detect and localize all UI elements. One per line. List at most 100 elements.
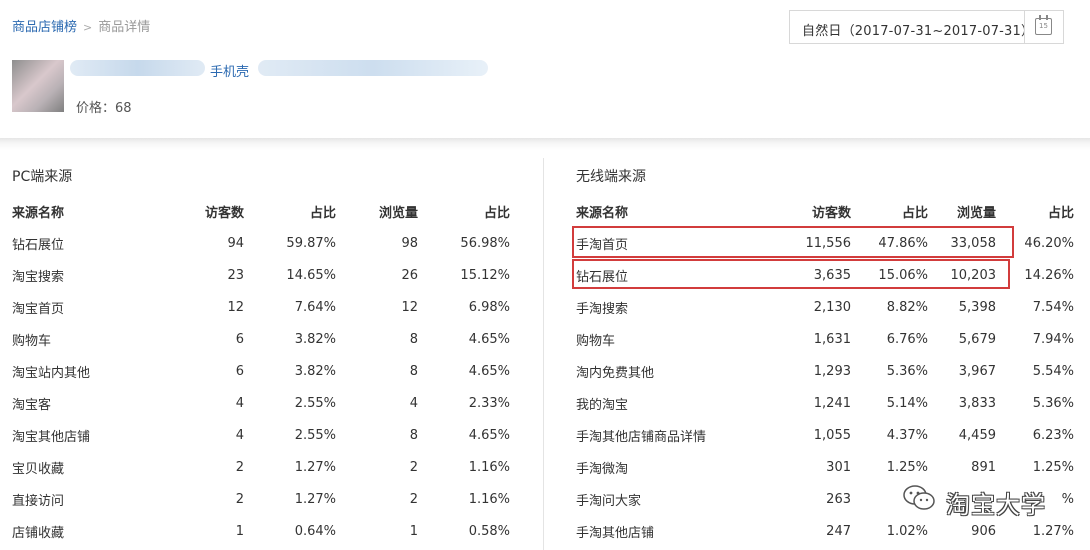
value-cell: 891	[971, 459, 996, 475]
source-name-cell: 购物车	[12, 333, 52, 349]
value-cell: 2,130	[813, 299, 851, 315]
product-thumbnail[interactable]	[12, 60, 64, 112]
value-cell: 56.98%	[460, 235, 510, 251]
section-divider	[0, 138, 1090, 150]
source-name-cell: 手淘其他店铺商品详情	[576, 429, 707, 445]
value-cell: 5.36%	[1032, 395, 1074, 411]
blurred-product-title	[70, 60, 205, 76]
value-cell: 3,967	[958, 363, 996, 379]
table-row: 店铺收藏 1 0.64% 1 0.58%	[12, 515, 510, 547]
column-header: 占比	[901, 205, 928, 221]
source-name-cell: 直接访问	[12, 493, 65, 509]
table-row: 我的淘宝 1,241 5.14% 3,833 5.36%	[576, 387, 1074, 419]
value-cell: 263	[826, 491, 851, 507]
value-cell: 5.14%	[886, 395, 928, 411]
value-cell: 14.65%	[286, 267, 336, 283]
column-header: 占比	[1047, 205, 1074, 221]
product-title-link[interactable]: 手机壳	[210, 61, 249, 80]
date-range-picker[interactable]: 自然日（2017-07-31~2017-07-31） 15	[789, 10, 1064, 44]
calendar-button[interactable]: 15	[1024, 11, 1063, 43]
value-cell: 98	[401, 235, 418, 251]
source-name-cell: 宝贝收藏	[12, 461, 65, 477]
value-cell: 4	[235, 395, 244, 411]
value-cell: 1.27%	[294, 491, 336, 507]
value-cell: 8	[409, 331, 418, 347]
source-name-cell: 淘宝其他店铺	[12, 429, 91, 445]
value-cell: 2.55%	[294, 427, 336, 443]
value-cell: 247	[826, 523, 851, 539]
value-cell: 4	[235, 427, 244, 443]
value-cell: 8	[409, 427, 418, 443]
value-cell: 0.64%	[294, 523, 336, 539]
column-header: 占比	[309, 205, 336, 221]
value-cell: 2.55%	[294, 395, 336, 411]
value-cell: 4.65%	[468, 363, 510, 379]
pc-source-table: 来源名称 访客数 占比 浏览量 占比 钻石展位 94 59.87% 98 56.98% 淘…	[12, 195, 510, 547]
value-cell: 5.54%	[1032, 363, 1074, 379]
value-cell: 1.16%	[468, 459, 510, 475]
table-row: 直接访问 2 1.27% 2 1.16%	[12, 483, 510, 515]
value-cell: 4,459	[958, 427, 996, 443]
value-cell: 7.54%	[1032, 299, 1074, 315]
value-cell: 1.16%	[468, 491, 510, 507]
table-header-row: 来源名称 访客数 占比 浏览量 占比	[12, 195, 510, 227]
source-name-cell: 淘宝站内其他	[12, 365, 91, 381]
value-cell: 6	[235, 363, 244, 379]
value-cell: 12	[227, 299, 244, 315]
value-cell: 23	[227, 267, 244, 283]
value-cell: 301	[826, 459, 851, 475]
source-name-cell: 淘宝搜索	[12, 269, 65, 285]
value-cell: 26	[401, 267, 418, 283]
table-row: 购物车 1,631 6.76% 5,679 7.94%	[576, 323, 1074, 355]
value-cell: 94	[227, 235, 244, 251]
table-row: 宝贝收藏 2 1.27% 2 1.16%	[12, 451, 510, 483]
column-header: 访客数	[204, 205, 244, 221]
value-cell: 8.82%	[886, 299, 928, 315]
highlight-box	[572, 259, 1010, 289]
table-header-row: 来源名称 访客数 占比 浏览量 占比	[576, 195, 1074, 227]
value-cell: 4.65%	[468, 331, 510, 347]
value-cell: 1.27%	[294, 459, 336, 475]
source-name-cell: 淘宝首页	[12, 301, 65, 317]
source-name-cell: 手淘其他店铺	[576, 525, 655, 541]
source-name-cell: 手淘问大家	[576, 493, 642, 509]
breadcrumb-current: 商品详情	[98, 20, 151, 35]
source-name-cell: 钻石展位	[12, 237, 65, 253]
value-cell: 6.98%	[468, 299, 510, 315]
column-header: 浏览量	[956, 205, 996, 221]
date-range-text: 自然日（2017-07-31~2017-07-31）	[802, 24, 1035, 39]
source-name-cell: 我的淘宝	[576, 397, 629, 413]
breadcrumb-root-link[interactable]: 商品店铺榜	[12, 20, 77, 35]
value-cell: 5,398	[958, 299, 996, 315]
value-cell: 6	[235, 331, 244, 347]
table-row: 淘内免费其他 1,293 5.36% 3,967 5.54%	[576, 355, 1074, 387]
value-cell: 4	[409, 395, 418, 411]
source-name-cell: 手淘搜索	[576, 301, 629, 317]
source-name-cell: 购物车	[576, 333, 616, 349]
value-cell: 3.82%	[294, 363, 336, 379]
value-cell: 1	[409, 523, 418, 539]
table-row: 淘宝搜索 23 14.65% 26 15.12%	[12, 259, 510, 291]
value-cell: 1	[235, 523, 244, 539]
pc-source-title: PC端来源	[12, 169, 73, 185]
value-cell: 2	[235, 491, 244, 507]
value-cell: 4.37%	[886, 427, 928, 443]
value-cell: 7.94%	[1032, 331, 1074, 347]
highlight-box	[572, 226, 1014, 258]
value-cell: 3.82%	[294, 331, 336, 347]
column-header: 占比	[483, 205, 510, 221]
table-row: 淘宝其他店铺 4 2.55% 8 4.65%	[12, 419, 510, 451]
value-cell: 6.76%	[886, 331, 928, 347]
value-cell: 8	[409, 363, 418, 379]
watermark-text: 淘宝大学	[946, 491, 1046, 519]
breadcrumb: 商品店铺榜 > 商品详情	[12, 16, 150, 35]
panel-divider	[543, 158, 544, 550]
table-row: 钻石展位 94 59.87% 98 56.98%	[12, 227, 510, 259]
value-cell: 12	[401, 299, 418, 315]
calendar-icon: 15	[1035, 15, 1052, 35]
value-cell: 1,293	[813, 363, 851, 379]
value-cell: 1.25%	[886, 459, 928, 475]
table-row: 淘宝首页 12 7.64% 12 6.98%	[12, 291, 510, 323]
table-row: 手淘搜索 2,130 8.82% 5,398 7.54%	[576, 291, 1074, 323]
value-cell: 1.02%	[886, 523, 928, 539]
